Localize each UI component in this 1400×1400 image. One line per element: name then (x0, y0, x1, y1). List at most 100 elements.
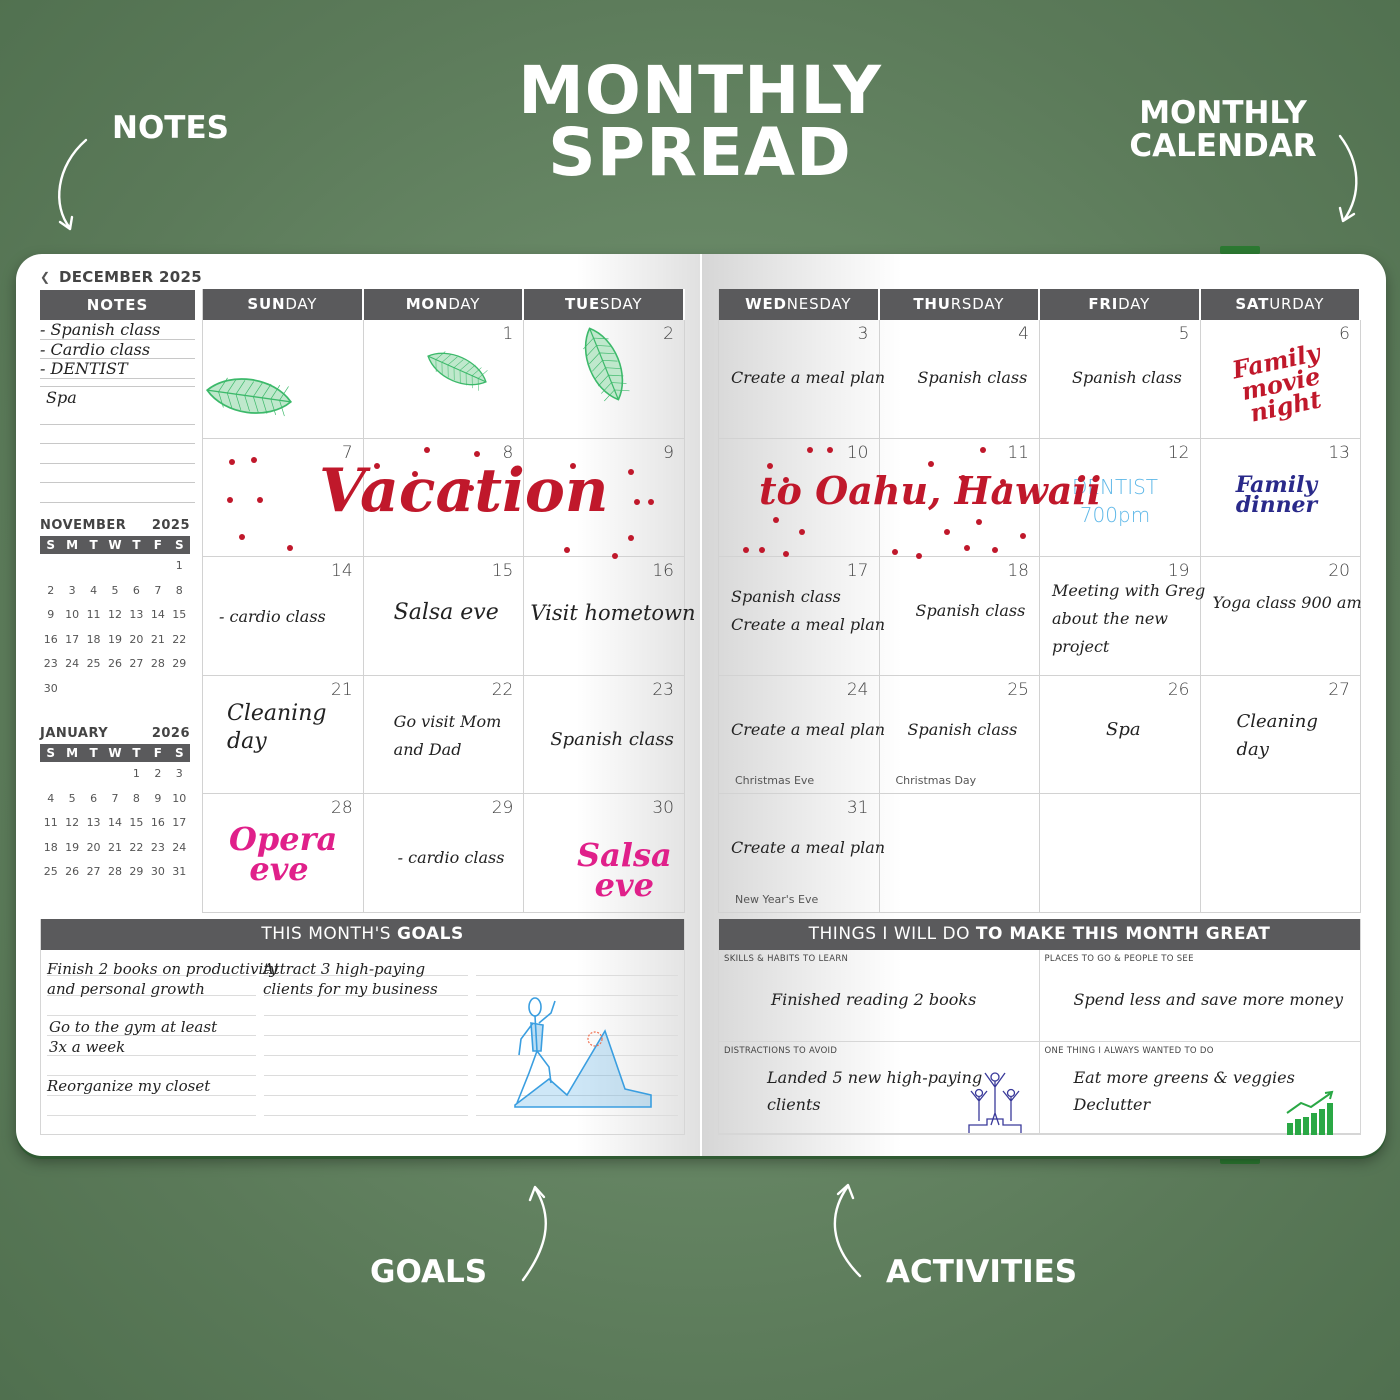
confetti-dot (827, 446, 833, 453)
weekday-header: WEDNESDAY (719, 289, 880, 320)
mini-day: 29 (172, 657, 187, 671)
day-note: Spanish class (1072, 364, 1182, 392)
mini-day: 7 (111, 791, 119, 805)
calendar-day-cell[interactable]: 2 (524, 320, 685, 439)
callout-activities: ACTIVITIES (886, 1254, 1078, 1290)
notes-line[interactable]: - Spanish class (40, 320, 195, 340)
goal-item-line: clients for my business (263, 980, 438, 998)
mini-weekday: T (132, 538, 141, 552)
mini-weekday: T (132, 746, 141, 760)
calendar-day-cell[interactable]: 14 - cardio class (203, 557, 364, 676)
confetti-dot (473, 450, 480, 457)
confetti-dot (423, 446, 430, 453)
calendar-day-cell[interactable]: 25 Spanish class Christmas Day (879, 675, 1040, 794)
mini-day: 3 (68, 583, 76, 597)
weekday-header: MONDAY (363, 289, 525, 320)
notes-line[interactable] (40, 379, 195, 387)
calendar-day-cell[interactable]: 22 Go visit Mom and Dad (363, 675, 525, 794)
confetti-dot (467, 484, 474, 491)
calendar-day-cell[interactable]: 23 Spanish class (524, 675, 685, 794)
calendar-day-cell[interactable]: 31 Create a meal plan New Year's Eve (719, 794, 885, 913)
calendar-day-cell[interactable] (1200, 794, 1361, 913)
month-great-cell-text: Eat more greens & veggies Declutter (1074, 1064, 1295, 1118)
calendar-day-cell[interactable]: 4 Spanish class (879, 320, 1040, 439)
day-script-note: Family dinner (1235, 471, 1318, 519)
calendar-day-cell[interactable]: 3 Create a meal plan (719, 320, 885, 439)
mini-day: 10 (65, 608, 80, 622)
day-note: - cardio class (219, 603, 326, 631)
calendar-day-cell[interactable]: 26 Spa (1040, 675, 1201, 794)
notes-line[interactable] (40, 464, 195, 483)
notes-line[interactable] (40, 483, 195, 503)
goal-item[interactable]: Attract 3 high-paying clients for my busi… (263, 959, 438, 999)
calendar-day-cell[interactable]: 19 Meeting with Greg about the new project (1040, 557, 1205, 676)
confetti-dot (783, 550, 789, 557)
month-great-cell[interactable]: PLACES TO GO & PEOPLE TO SEE Spend less a… (1039, 950, 1360, 1042)
planner-spread: ❮ DECEMBER 2025 NOTES - Spanish class - C… (16, 254, 1386, 1156)
calendar-day-cell[interactable]: 15 Salsa eve (363, 557, 525, 676)
calendar-day-cell[interactable]: 5 Spanish class (1040, 320, 1201, 439)
calendar-day-cell[interactable] (879, 794, 1040, 913)
calendar-day-cell[interactable]: 24 Create a meal plan Christmas Eve (719, 675, 885, 794)
goal-item[interactable]: Reorganize my closet (47, 1076, 210, 1096)
calendar-day-cell[interactable]: 16 Visit hometown (524, 557, 696, 676)
calendar-day-cell[interactable]: 30 Salsa eve (524, 794, 685, 913)
calendar-day-cell[interactable]: 27 Cleaning day (1200, 675, 1361, 794)
calendar-day-cell[interactable] (1040, 794, 1201, 913)
holiday-label: Christmas Eve (735, 774, 815, 787)
day-number: 31 (846, 798, 869, 818)
mini-weekday: S (174, 538, 184, 552)
notes-line[interactable]: - Cardio class (40, 340, 195, 359)
callout-monthly-calendar-line-1: MONTHLY (1139, 95, 1307, 131)
calendar-day-cell[interactable]: 17 Spanish class Create a meal plan (719, 557, 885, 676)
goals-header-light: THIS MONTH'S (261, 924, 397, 944)
confetti-dot (411, 470, 418, 477)
calendar-day-cell[interactable]: 28 Opera eve (203, 794, 364, 913)
calendar-day-cell[interactable]: 29 - cardio class (363, 794, 525, 913)
day-number: 25 (1007, 679, 1029, 700)
day-note: Salsa eve (394, 599, 499, 627)
goal-item[interactable]: Finish 2 books on productivity and person… (47, 959, 278, 999)
notes-line[interactable] (40, 425, 195, 444)
month-great-line: Eat more greens & veggies (1073, 1068, 1295, 1087)
mini-weekday: W (108, 538, 122, 552)
calendar-day-cell[interactable]: 13 Family dinner (1200, 438, 1361, 557)
month-great-cell-label: SKILLS & HABITS TO LEARN (724, 954, 849, 964)
confetti-dot (979, 446, 986, 453)
day-note: Spanish class (916, 597, 1026, 625)
day-number: 23 (652, 679, 674, 700)
goal-item-line: and personal growth (47, 980, 205, 998)
calendar-day-cell[interactable]: 10 to Oahu, Hawaii (719, 438, 1101, 557)
month-great-cell[interactable]: SKILLS & HABITS TO LEARN Finished reading… (719, 950, 1040, 1042)
mini-day: 20 (129, 632, 144, 646)
calendar-day-cell[interactable]: 20 Yoga class 900 am (1200, 557, 1362, 676)
notes-panel: NOTES - Spanish class - Cardio class - DEN… (40, 290, 195, 503)
ribbon-bookmark-bottom (1220, 1156, 1260, 1164)
notes-line[interactable] (40, 444, 195, 464)
calendar-day-cell[interactable]: 6 Family movie night (1200, 320, 1361, 439)
mini-day: 26 (65, 865, 80, 879)
calendar-day-cell[interactable] (203, 320, 364, 439)
day-note: Visit hometown (530, 599, 695, 627)
mini-day: 8 (175, 583, 183, 597)
mini-day: 16 (150, 816, 165, 830)
day-note-line: Visit hometown (530, 601, 696, 625)
weekday-header: THURSDAY (879, 289, 1040, 320)
notes-line[interactable]: Spa (40, 387, 195, 425)
confetti-dot (287, 544, 293, 551)
mini-day: 21 (150, 632, 165, 646)
calendar-day-cell[interactable]: 21 Cleaning day (203, 675, 364, 794)
weekday-header-bold: FRI (1088, 295, 1119, 313)
notes-line[interactable]: - DENTIST (40, 359, 195, 379)
day-number: 24 (846, 679, 869, 700)
calendar-day-cell[interactable]: 7 Vacation (203, 438, 608, 557)
day-number: 5 (1178, 324, 1190, 344)
calendar-day-cell[interactable]: 18 Spanish class (879, 557, 1040, 676)
day-note-line: Create a meal plan (731, 838, 886, 857)
confetti-dot (628, 468, 635, 475)
day-note-line: Spanish class (550, 728, 674, 750)
calendar-day-cell[interactable]: 1 (363, 320, 525, 439)
weekday-header-bold: SUN (247, 295, 286, 313)
goal-item[interactable]: Go to the gym at least 3x a week (49, 1017, 217, 1057)
mini-day: 13 (86, 816, 101, 830)
